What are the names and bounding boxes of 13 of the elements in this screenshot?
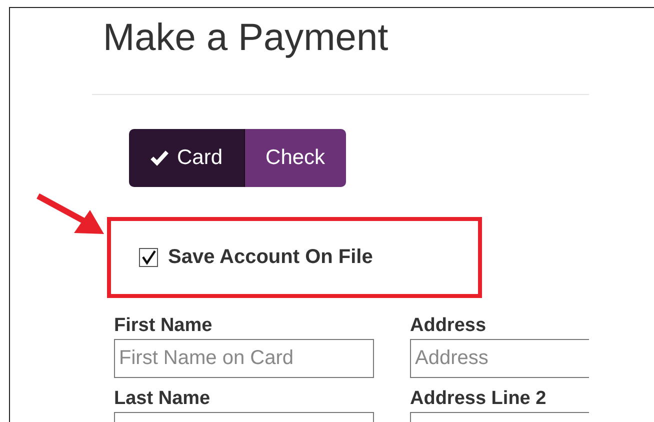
pointer-arrow (36, 193, 106, 237)
checkbox-label: Save Account On File (168, 246, 373, 269)
payment-method-toggle[interactable]: Card (129, 129, 245, 187)
field-label: First Name (114, 315, 214, 337)
text-field[interactable]: First Name on Card (114, 339, 374, 378)
page-title: Make a Payment (102, 16, 390, 61)
field-label: Last Name (114, 388, 212, 410)
save-account-checkbox[interactable] (139, 248, 158, 267)
payment-method-toggle[interactable]: Check (244, 129, 346, 187)
field-label: Address (410, 315, 488, 337)
field-label: Address Line 2 (410, 388, 548, 410)
text-field[interactable]: Address (410, 339, 589, 378)
check-icon (150, 150, 169, 166)
